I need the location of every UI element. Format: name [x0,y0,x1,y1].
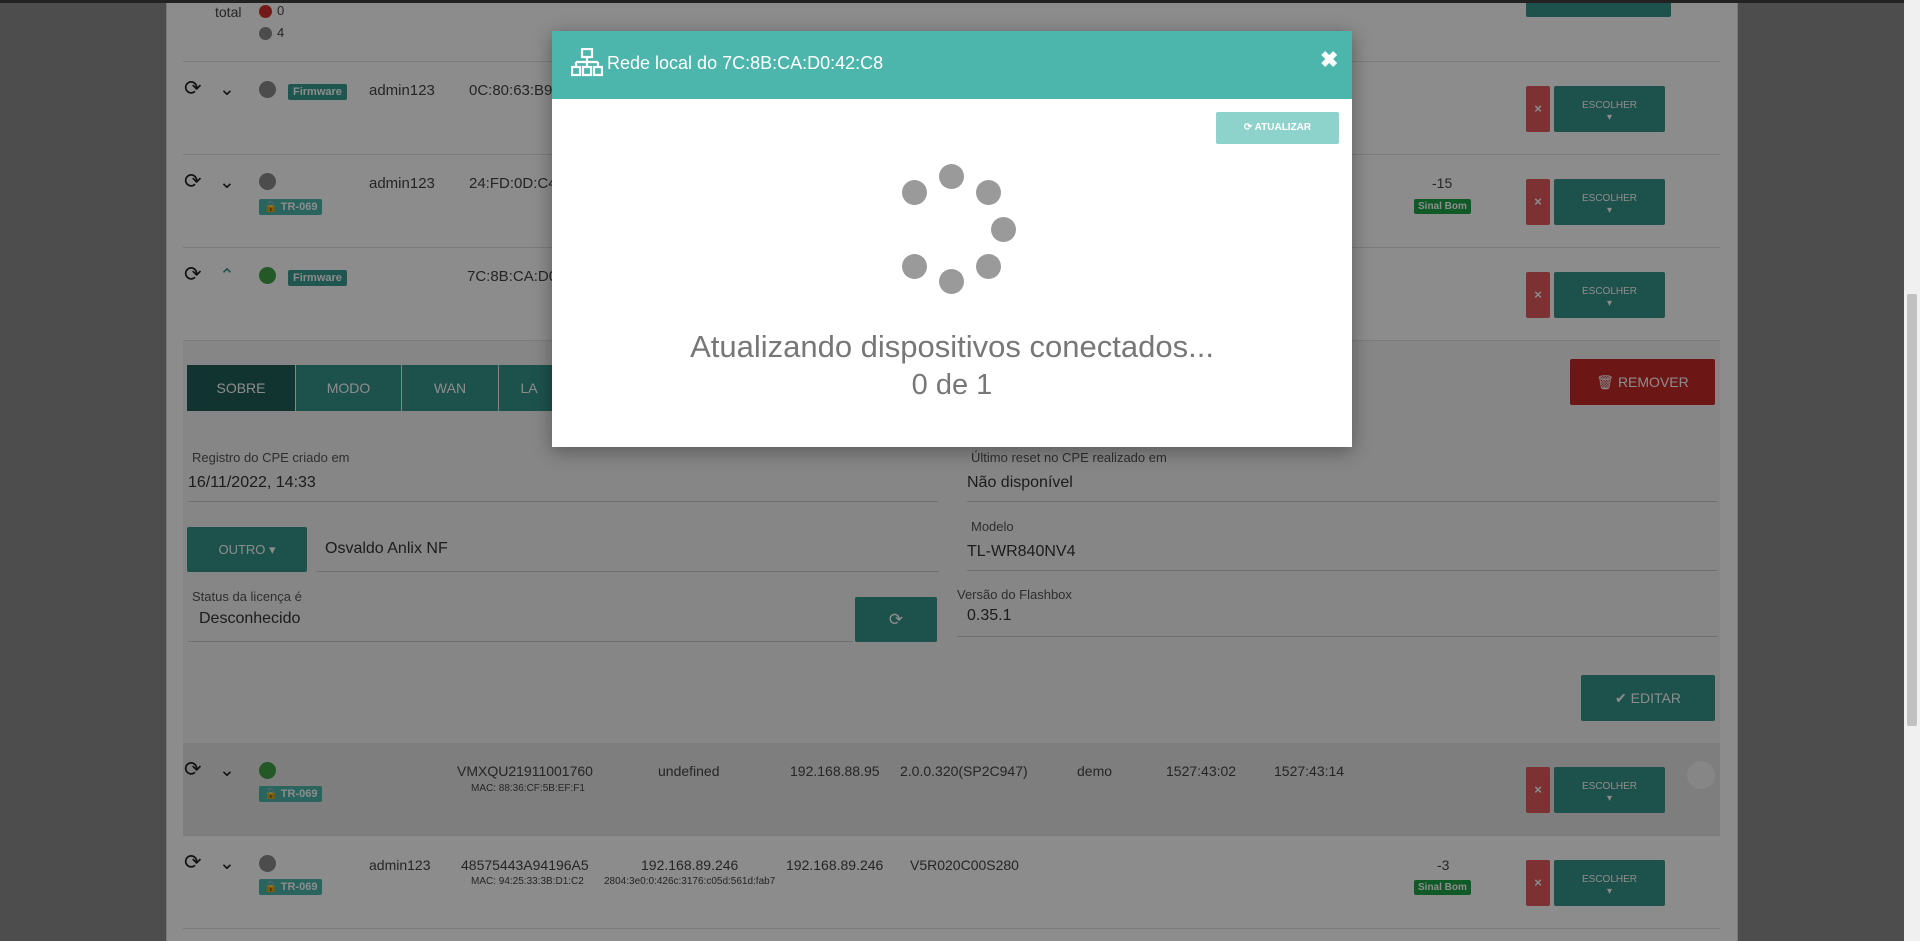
local-network-modal: Rede local do 7C:8B:CA:D0:42:C8 ✖ ⟳ ATUA… [552,31,1352,447]
spinner-dot [976,180,1001,205]
progress-count: 0 de 1 [911,369,993,401]
loading-message: Atualizando dispositivos conectados... [690,329,1214,364]
scrollbar-thumb[interactable] [1907,294,1917,726]
spinner-dot [939,269,964,294]
spinner-dot [976,254,1001,279]
network-icon [571,48,603,77]
spinner-dot [902,254,927,279]
spinner-dot [991,217,1016,242]
modal-title: Rede local do 7C:8B:CA:D0:42:C8 [607,53,884,73]
spinner-dot [902,180,927,205]
modal-header: Rede local do 7C:8B:CA:D0:42:C8 ✖ [552,31,1352,99]
spinner-dot [939,164,964,189]
update-button[interactable]: ⟳ ATUALIZAR [1216,112,1339,144]
update-label: ATUALIZAR [1254,122,1312,133]
close-icon[interactable]: ✖ [1320,47,1338,73]
refresh-icon: ⟳ [1243,122,1253,133]
